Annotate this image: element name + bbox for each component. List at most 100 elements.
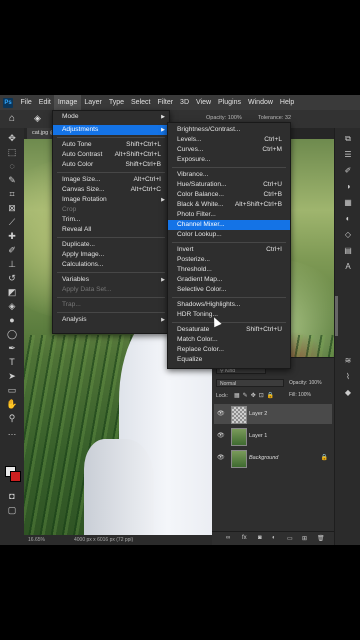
layer-row[interactable]: 👁 Background 🔒 [214,448,332,468]
menu-view[interactable]: View [193,95,215,110]
layer-opacity[interactable]: Opacity: 100% [286,379,330,387]
menu-help[interactable]: Help [276,95,297,110]
canvas-scrollbar[interactable] [335,296,338,336]
menu-item-duplicate[interactable]: Duplicate... [53,240,169,250]
type-tool-icon[interactable]: T [6,356,18,368]
fx-button[interactable]: fx [242,535,247,541]
quick-mask-icon[interactable]: ◘ [6,490,18,502]
menu-item-image-rotation[interactable]: Image Rotation ▶ [53,195,169,205]
menu-item-vibrance[interactable]: Vibrance... [168,170,290,180]
swatches-panel-icon[interactable]: ▦ [343,198,353,208]
zoom-level[interactable]: 16.65% [28,537,45,543]
tolerance-option[interactable]: Tolerance: 32 [258,115,291,121]
menu-item-auto-color[interactable]: Auto Color Shift+Ctrl+B [53,160,169,170]
menu-item-trim[interactable]: Trim... [53,215,169,225]
menu-item-levels[interactable]: Levels... Ctrl+L [168,135,290,145]
menu-layer[interactable]: Layer [81,95,106,110]
pen-tool-icon[interactable]: ✒ [6,342,18,354]
screen-mode-icon[interactable]: ▢ [6,504,18,516]
layer-fill[interactable]: Fill: 100% [286,391,330,399]
lasso-tool-icon[interactable]: ◌ [6,160,18,172]
menu-item-auto-contrast[interactable]: Auto Contrast Alt+Shift+Ctrl+L [53,150,169,160]
shape-tool-icon[interactable]: ▭ [6,384,18,396]
dodge-tool-icon[interactable]: ◯ [6,328,18,340]
color-panel-icon[interactable]: ◐ [343,214,353,224]
menu-item-desaturate[interactable]: Desaturate Shift+Ctrl+U [168,325,290,335]
menu-image[interactable]: Image [54,95,81,110]
menu-item-posterize[interactable]: Posterize... [168,255,290,265]
menu-filter[interactable]: Filter [154,95,177,110]
new-group-icon[interactable]: ▭ [287,535,293,542]
menu-item-image-size[interactable]: Image Size... Alt+Ctrl+I [53,175,169,185]
eyedropper-icon[interactable]: ⟋ [6,216,18,228]
menu-select[interactable]: Select [128,95,154,110]
properties-panel-icon[interactable]: ☰ [343,150,353,160]
libraries-panel-icon[interactable]: ▤ [343,246,353,256]
add-mask-icon[interactable]: ◙ [258,535,262,541]
menu-item-hue-saturation[interactable]: Hue/Saturation... Ctrl+U [168,180,290,190]
layer-row[interactable]: 👁 Layer 1 [214,426,332,446]
blend-mode-select[interactable]: Normal [216,379,284,387]
more-tools-icon[interactable]: … [6,426,18,438]
menu-edit[interactable]: Edit [35,95,54,110]
menu-item-color-lookup[interactable]: Color Lookup... [168,230,290,240]
visibility-eye-icon[interactable]: 👁 [217,454,225,461]
menu-item-exposure[interactable]: Exposure... [168,155,290,165]
menu-item-gradient-map[interactable]: Gradient Map... [168,275,290,285]
background-color-swatch[interactable] [10,471,21,482]
marquee-tool-icon[interactable]: ⬚ [6,146,18,158]
menu-type[interactable]: Type [105,95,127,110]
menu-item-calculations[interactable]: Calculations... [53,260,169,270]
menu-item-hdr-toning[interactable]: HDR Toning... [168,310,290,320]
menu-item-curves[interactable]: Curves... Ctrl+M [168,145,290,155]
crop-tool-icon[interactable]: ⌗ [6,188,18,200]
menu-item-threshold[interactable]: Threshold... [168,265,290,275]
eraser-tool-icon[interactable]: ◩ [6,286,18,298]
quick-select-icon[interactable]: ✎ [6,174,18,186]
menu-item-variables[interactable]: Variables ▶ [53,275,169,285]
move-tool-icon[interactable]: ✥ [6,132,18,144]
menu-item-analysis[interactable]: Analysis ▶ [53,315,169,325]
menu-item-shadows-highlights[interactable]: Shadows/Highlights... [168,300,290,310]
channels-panel-icon[interactable]: ≋ [343,356,353,366]
link-layers-icon[interactable]: ∞ [226,535,230,541]
zoom-tool-icon[interactable]: ⚲ [6,412,18,424]
menu-item-replace-color[interactable]: Replace Color... [168,345,290,355]
healing-brush-icon[interactable]: ✚ [6,230,18,242]
visibility-eye-icon[interactable]: 👁 [217,432,225,439]
layers-panel-icon[interactable]: ◆ [343,388,353,398]
menu-item-auto-tone[interactable]: Auto Tone Shift+Ctrl+L [53,140,169,150]
layer-row[interactable]: 👁 Layer 2 [214,404,332,424]
delete-layer-icon[interactable]: 🗑 [317,535,325,542]
menu-item-apply-image[interactable]: Apply Image... [53,250,169,260]
hand-tool-icon[interactable]: ✋ [6,398,18,410]
brush-panel-icon[interactable]: ✐ [343,166,353,176]
menu-item-channel-mixer[interactable]: Channel Mixer... [168,220,290,230]
paths-panel-icon[interactable]: ⌇ [343,372,353,382]
paint-bucket-icon[interactable]: ◈ [34,113,41,124]
visibility-eye-icon[interactable]: 👁 [217,410,225,417]
adjustment-layer-icon[interactable]: ◐ [272,535,276,541]
styles-panel-icon[interactable]: ◇ [343,230,353,240]
menu-window[interactable]: Window [245,95,277,110]
menu-item-photo-filter[interactable]: Photo Filter... [168,210,290,220]
menu-item-canvas-size[interactable]: Canvas Size... Alt+Ctrl+C [53,185,169,195]
menu-item-black-white[interactable]: Black & White... Alt+Shift+Ctrl+B [168,200,290,210]
menu-item-color-balance[interactable]: Color Balance... Ctrl+B [168,190,290,200]
menu-file[interactable]: File [17,95,35,110]
adjustments-panel-icon[interactable]: ◑ [343,182,353,192]
menu-item-invert[interactable]: Invert Ctrl+I [168,245,290,255]
menu-item-mode[interactable]: Mode ▶ [53,112,169,122]
brush-tool-icon[interactable]: ✐ [6,244,18,256]
menu-item-reveal-all[interactable]: Reveal All [53,225,169,235]
document-info[interactable]: 4000 px x 6016 px (72 ppi) [74,537,133,543]
history-panel-icon[interactable]: ⧉ [343,134,353,144]
menu-item-brightness-contrast[interactable]: Brightness/Contrast... [168,125,290,135]
character-panel-icon[interactable]: A [343,262,353,272]
menu-item-equalize[interactable]: Equalize [168,355,290,365]
menu-item-match-color[interactable]: Match Color... [168,335,290,345]
menu-plugins[interactable]: Plugins [215,95,245,110]
clone-stamp-icon[interactable]: ⊥ [6,258,18,270]
blur-tool-icon[interactable]: ● [6,314,18,326]
menu-3d[interactable]: 3D [177,95,193,110]
